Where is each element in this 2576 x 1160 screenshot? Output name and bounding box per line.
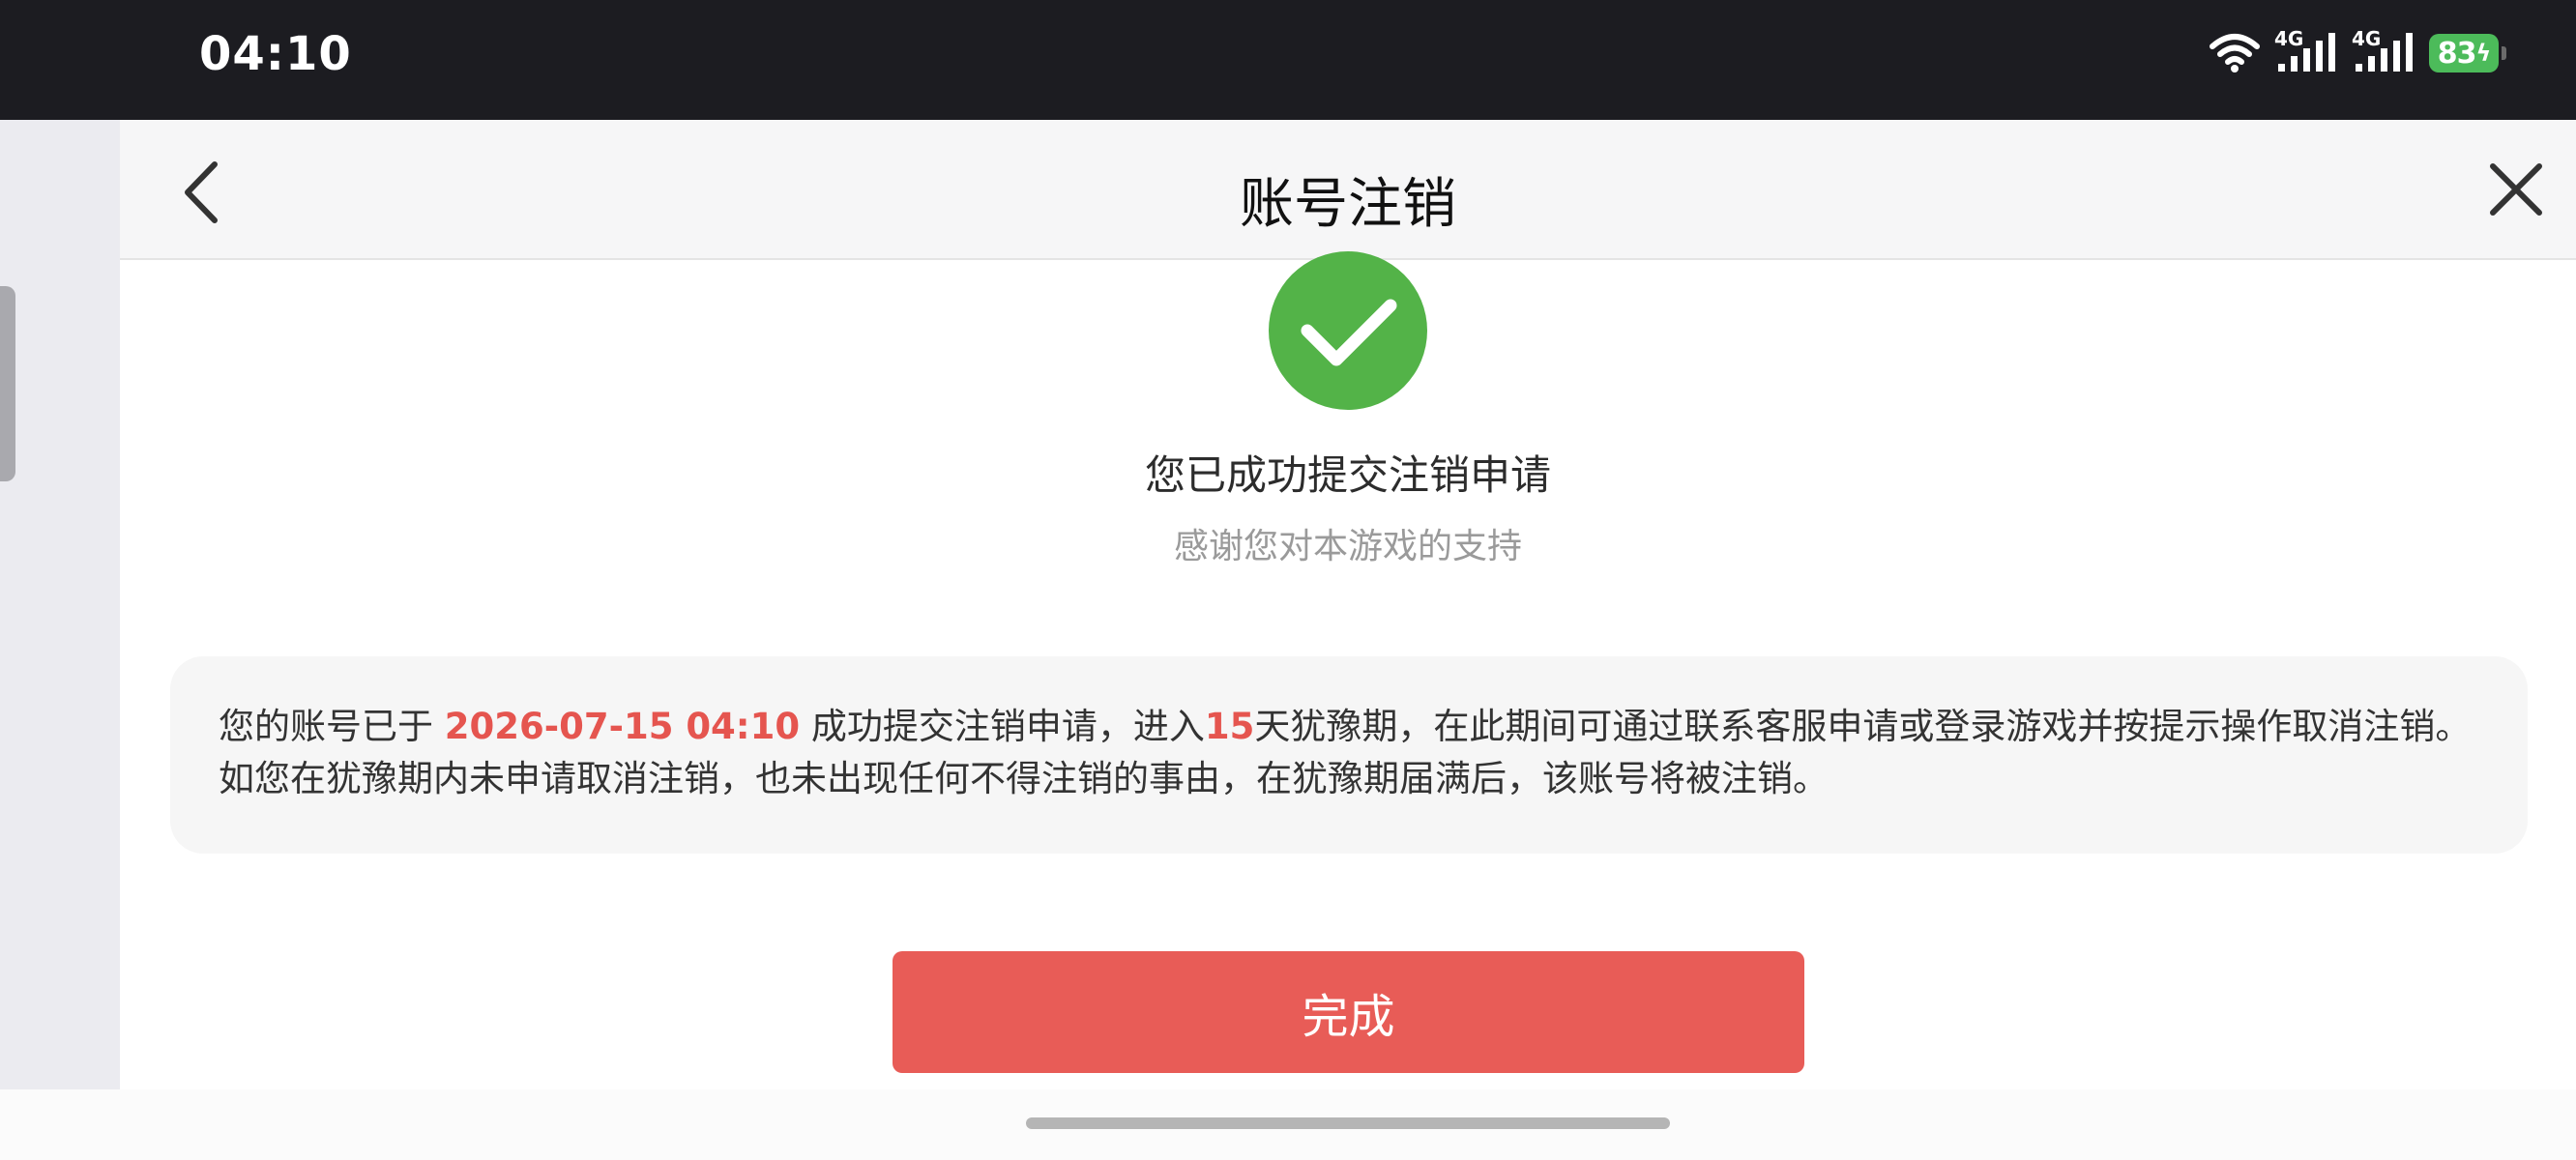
- checkmark-icon: [1301, 299, 1397, 366]
- left-side-strip: [0, 120, 120, 1089]
- signal-bars-icon: [2278, 33, 2335, 72]
- charging-bolt-icon: ϟ: [2475, 40, 2491, 67]
- cellular-signal-1: 4G: [2274, 27, 2338, 75]
- success-title: 您已成功提交注销申请: [1144, 451, 1551, 499]
- done-button-label: 完成: [1302, 990, 1395, 1044]
- notice-days: 15: [1204, 706, 1255, 747]
- cellular-signal-2: 4G: [2352, 27, 2415, 75]
- nav-bar: 账号注销: [120, 120, 2576, 260]
- status-icons: 4G 4G 83 ϟ: [2209, 27, 2506, 77]
- account-cancel-panel: 账号注销 您已成功提交注销申请 感谢您对本游戏的支持 您的账号已于 2026-0…: [120, 120, 2576, 1089]
- status-time: 04:10: [199, 27, 352, 81]
- close-button[interactable]: [2487, 160, 2545, 218]
- battery-indicator: 83 ϟ: [2429, 34, 2506, 72]
- check-circle-icon: [1269, 251, 1427, 410]
- notice-box: 您的账号已于 2026-07-15 04:10 成功提交注销申请，进入15天犹豫…: [170, 656, 2528, 854]
- notice-datetime: 2026-07-15 04:10: [444, 706, 801, 747]
- success-subtitle: 感谢您对本游戏的支持: [1173, 527, 1522, 566]
- notice-middle: 成功提交注销申请，进入: [800, 706, 1205, 747]
- notice-prefix: 您的账号已于: [219, 706, 445, 747]
- signal-bars-icon: [2356, 33, 2413, 72]
- page-title: 账号注销: [1240, 173, 1456, 236]
- done-button[interactable]: 完成: [893, 951, 1804, 1073]
- status-bar: 04:10 4G 4G 83 ϟ: [0, 0, 2576, 120]
- close-icon: [2490, 163, 2542, 216]
- wifi-icon: [2210, 34, 2260, 72]
- side-drag-handle[interactable]: [0, 286, 15, 481]
- home-indicator[interactable]: [1026, 1117, 1670, 1129]
